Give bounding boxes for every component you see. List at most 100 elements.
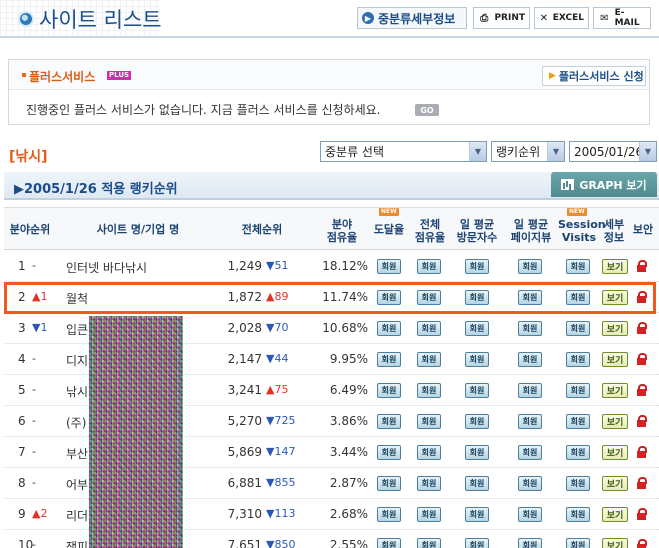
session-member-tag[interactable]: 회원 [566,414,590,429]
site-name-link[interactable]: 입큰 [66,321,88,338]
site-name-link[interactable]: 어부 [66,476,88,493]
daily-visitors-member-tag[interactable]: 회원 [465,476,489,491]
daily-visitors-member-tag[interactable]: 회원 [465,321,489,336]
reach-member-tag[interactable]: 회원 [377,383,401,398]
daily-visitors-member-tag[interactable]: 회원 [465,259,489,274]
reach-member-tag[interactable]: 회원 [377,321,401,336]
site-name-link[interactable]: 리더 [66,507,88,524]
daily-pageviews-member-tag[interactable]: 회원 [518,321,542,336]
lock-icon[interactable] [637,322,647,334]
daily-pageviews-member-tag[interactable]: 회원 [518,259,542,274]
total-share-member-tag[interactable]: 회원 [417,414,441,429]
detail-view-button[interactable]: 보기 [602,259,628,274]
daily-visitors-member-tag[interactable]: 회원 [465,414,489,429]
col-daily-visitors[interactable]: 일 평균 방문자수 [452,218,502,244]
col-detail[interactable]: 세부 정보 [600,218,628,244]
total-share-member-tag[interactable]: 회원 [417,321,441,336]
site-name-link[interactable]: 낚시 [66,383,88,400]
daily-visitors-member-tag[interactable]: 회원 [465,352,489,367]
daily-pageviews-member-tag[interactable]: 회원 [518,476,542,491]
col-rank[interactable]: 분야순위 [6,223,54,236]
col-reach[interactable]: 도달율 [370,223,408,236]
new-badge: NEW [379,208,399,216]
session-member-tag[interactable]: 회원 [566,445,590,460]
lock-icon[interactable] [637,477,647,489]
lock-icon[interactable] [637,384,647,396]
reach-member-tag[interactable]: 회원 [377,538,401,548]
plus-service-apply-button[interactable]: ▶ 플러스서비스 신청 [542,66,646,86]
detail-view-button[interactable]: 보기 [602,414,628,429]
detail-view-button[interactable]: 보기 [602,321,628,336]
reach-member-tag[interactable]: 회원 [377,414,401,429]
total-share-member-tag[interactable]: 회원 [417,352,441,367]
rank-type-select[interactable]: 랭키순위 ▼ [491,141,565,162]
daily-visitors-member-tag[interactable]: 회원 [465,507,489,522]
daily-pageviews-member-tag[interactable]: 회원 [518,414,542,429]
session-member-tag[interactable]: 회원 [566,352,590,367]
total-share-member-tag[interactable]: 회원 [417,259,441,274]
reach-member-tag[interactable]: 회원 [377,476,401,491]
daily-pageviews-member-tag[interactable]: 회원 [518,445,542,460]
site-name-link[interactable]: 디지 [66,352,88,369]
col-share[interactable]: 분야 점유율 [322,218,362,244]
reach-member-tag[interactable]: 회원 [377,507,401,522]
total-rank-change: ▲75 [266,383,289,396]
detail-view-button[interactable]: 보기 [602,476,628,491]
globe-icon [18,11,34,27]
date-select[interactable]: 2005/01/26 ▼ [569,141,657,162]
site-name-link[interactable]: 잭피 [66,538,88,548]
email-button[interactable]: ✉ E-MAIL [593,7,651,29]
graph-view-button[interactable]: GRAPH 보기 [551,172,657,197]
print-button[interactable]: ⎙ PRINT [473,7,530,29]
col-total-share-line1: 전체 [419,218,441,231]
excel-button[interactable]: ✕ EXCEL [534,7,589,29]
site-name-link[interactable]: 부산 [66,445,88,462]
lock-icon[interactable] [637,508,647,520]
session-member-tag[interactable]: 회원 [566,383,590,398]
share-cell: 3.86% [329,414,368,428]
lock-icon[interactable] [637,260,647,272]
reach-member-tag[interactable]: 회원 [377,259,401,274]
col-session-visits[interactable]: Session Visits [558,218,606,244]
session-member-tag[interactable]: 회원 [566,476,590,491]
go-button[interactable]: GO [415,104,439,116]
category-select[interactable]: 중분류 선택 ▼ [320,141,487,162]
daily-pageviews-member-tag[interactable]: 회원 [518,507,542,522]
daily-visitors-member-tag[interactable]: 회원 [465,538,489,548]
total-share-member-tag[interactable]: 회원 [417,383,441,398]
detail-view-button[interactable]: 보기 [602,507,628,522]
total-share-member-tag[interactable]: 회원 [417,507,441,522]
total-share-member-tag[interactable]: 회원 [417,538,441,548]
lock-icon[interactable] [637,353,647,365]
total-share-member-tag[interactable]: 회원 [417,476,441,491]
total-share-member-tag[interactable]: 회원 [417,445,441,460]
detail-view-button[interactable]: 보기 [602,383,628,398]
lock-icon[interactable] [637,539,647,548]
total-rank-cell: 7,310 [227,507,262,521]
detail-view-button[interactable]: 보기 [602,538,628,548]
col-total-share[interactable]: 전체 점유율 [410,218,450,244]
detail-view-button[interactable]: 보기 [602,445,628,460]
daily-pageviews-member-tag[interactable]: 회원 [518,383,542,398]
reach-member-tag[interactable]: 회원 [377,445,401,460]
detail-view-button[interactable]: 보기 [602,352,628,367]
daily-visitors-member-tag[interactable]: 회원 [465,445,489,460]
site-name-link[interactable]: 인터넷 바다낚시 [66,259,147,276]
col-total-rank[interactable]: 전체순위 [236,223,288,236]
lock-icon[interactable] [637,446,647,458]
reach-member-tag[interactable]: 회원 [377,352,401,367]
session-member-tag[interactable]: 회원 [566,507,590,522]
lock-icon[interactable] [637,415,647,427]
rank-change: - [32,538,36,548]
col-security[interactable]: 보안 [630,223,656,236]
session-member-tag[interactable]: 회원 [566,321,590,336]
session-member-tag[interactable]: 회원 [566,538,590,548]
session-member-tag[interactable]: 회원 [566,259,590,274]
col-daily-pageviews[interactable]: 일 평균 페이지뷰 [506,218,556,244]
site-name-link[interactable]: (주) [66,414,86,431]
detail-info-button[interactable]: ▶ 중분류세부정보 [357,7,467,29]
col-name[interactable]: 사이트 명/기업 명 [84,223,192,236]
daily-pageviews-member-tag[interactable]: 회원 [518,352,542,367]
daily-pageviews-member-tag[interactable]: 회원 [518,538,542,548]
daily-visitors-member-tag[interactable]: 회원 [465,383,489,398]
